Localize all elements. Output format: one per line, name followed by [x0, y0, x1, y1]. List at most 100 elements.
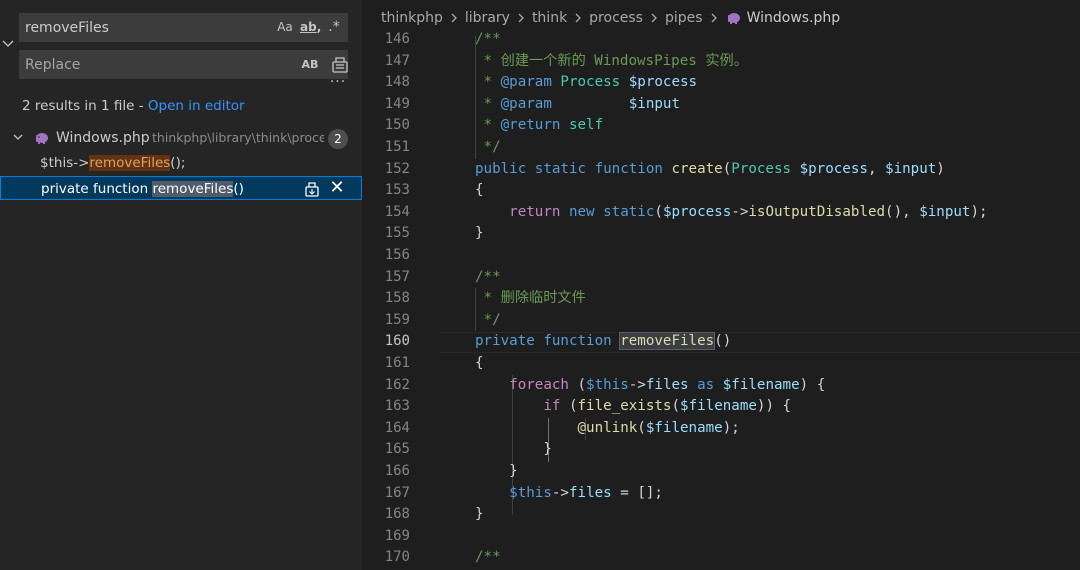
more-options-button[interactable]: ··· [328, 75, 348, 91]
code-line: 163 if (file_exists($filename)) { [362, 396, 1080, 418]
line-number: 155 [384, 225, 410, 242]
line-number: 162 [384, 376, 410, 393]
code-line: 151 */ [362, 137, 1080, 159]
code-token: ); [970, 203, 988, 220]
line-number: 161 [384, 355, 410, 371]
open-in-editor-link[interactable]: Open in editor [148, 98, 245, 114]
code-token: public static function [475, 160, 672, 177]
code-text: public static function create(Process $p… [475, 159, 945, 181]
breadcrumb-item-process[interactable]: process [589, 8, 643, 28]
code-text: { [475, 182, 484, 199]
code-line: 156 [362, 245, 1080, 267]
replace-input[interactable]: Replace AB [19, 50, 348, 79]
code-text: } [475, 441, 552, 458]
code-token: $input [551, 95, 680, 112]
line-number: 163 [384, 398, 410, 415]
dismiss-match-close-icon[interactable]: ✕ [329, 179, 345, 197]
line-number: 167 [384, 484, 410, 501]
breadcrumb-file[interactable]: Windows.php [747, 8, 841, 28]
code-token: if [475, 398, 569, 415]
search-input-value[interactable]: removeFiles [25, 13, 109, 43]
code-token: files [645, 376, 689, 393]
replace-input-placeholder[interactable]: Replace [25, 50, 80, 80]
code-text: @unlink($filename); [475, 418, 740, 440]
line-number: 153 [384, 182, 410, 199]
code-token: $input [885, 160, 937, 177]
code-token: ( [568, 398, 578, 415]
search-input[interactable]: removeFiles Aa ab, .* [19, 13, 348, 42]
breadcrumb-item-pipes[interactable]: pipes [665, 8, 703, 28]
replace-icon[interactable] [304, 180, 320, 198]
result-file-row[interactable]: Windows.php thinkphp\library\think\proce… [0, 127, 362, 149]
code-text: /** [475, 31, 501, 47]
code-token: * [475, 95, 501, 112]
code-line: 162 foreach ($this->files as $filename) … [362, 375, 1080, 397]
line-number: 165 [384, 441, 410, 458]
line-number: 152 [384, 160, 410, 177]
match-case-toggle[interactable]: Aa [276, 18, 294, 37]
preserve-case-toggle[interactable]: AB [300, 55, 320, 74]
code-token: (), [885, 203, 920, 220]
code-token: 创建一个新的 WindowsPipes 实例。 [500, 52, 748, 69]
match-whole-word-toggle[interactable]: ab, [300, 18, 321, 37]
code-text: * 创建一个新的 WindowsPipes 实例。 [475, 51, 748, 73]
code-text: { [475, 355, 484, 371]
code-line: 164 @unlink($filename); [362, 418, 1080, 440]
code-text: } [475, 506, 484, 523]
code-editor[interactable]: thinkphp library think process pipes Win… [362, 0, 1080, 570]
code-line: 158 * 删除临时文件 [362, 288, 1080, 310]
code-token: $process [662, 203, 732, 220]
code-token: , [867, 160, 886, 177]
breadcrumb-item-library[interactable]: library [465, 8, 510, 28]
code-token: -> [731, 203, 749, 220]
code-token: @param [500, 95, 552, 112]
line-number: 169 [384, 527, 410, 544]
code-text: /** [475, 549, 501, 566]
line-number: 148 [384, 74, 410, 91]
code-line: 148 * @param Process $process [362, 72, 1080, 94]
code-token: $input [919, 203, 971, 220]
match-highlight: removeFiles [152, 181, 234, 197]
results-count-text: 2 results in 1 file - [22, 98, 148, 114]
code-token: * [475, 74, 501, 91]
code-text: } [475, 463, 518, 479]
use-regex-toggle[interactable]: .* [324, 18, 344, 37]
code-token: ( [637, 419, 646, 436]
code-text: */ [475, 311, 501, 328]
code-token: )) { [756, 398, 792, 415]
whole-word-label: ab [300, 20, 317, 34]
code-line: 149 * @param $input [362, 94, 1080, 116]
match-text: $this->removeFiles(); [40, 151, 185, 175]
code-line: 168} [362, 504, 1080, 526]
code-token: 删除临时文件 [500, 290, 586, 307]
code-text: /** [475, 268, 501, 285]
code-token: private function [475, 333, 621, 350]
line-number: 146 [384, 31, 410, 47]
code-line-current: 160 private function removeFiles() [362, 331, 1080, 353]
toggle-replace-chevron-icon[interactable] [1, 37, 15, 51]
code-token: ( [671, 398, 681, 415]
line-number: 154 [384, 203, 410, 220]
code-text: return new static($process->isOutputDisa… [475, 202, 988, 224]
code-line: 166 } [362, 461, 1080, 483]
code-text: if (file_exists($filename)) { [475, 396, 791, 418]
code-token: @param [500, 74, 552, 91]
search-match-row-selected[interactable]: private function removeFiles() ✕ [0, 176, 362, 200]
code-token: * [475, 117, 501, 134]
match-suffix: (); [170, 155, 186, 171]
replace-all-icon[interactable] [330, 54, 350, 74]
code-token: new static [568, 203, 655, 220]
code-token: $filename [645, 419, 723, 436]
code-line: 169 [362, 526, 1080, 548]
breadcrumb-item-think[interactable]: think [532, 8, 567, 28]
code-token: file_exists [577, 398, 672, 415]
chevron-down-icon[interactable] [12, 131, 24, 143]
code-token: $this [509, 484, 552, 501]
match-text: private function removeFiles() [41, 177, 244, 201]
code-text: $this->files = []; [475, 483, 663, 505]
code-token: ) { [799, 376, 826, 393]
line-number: 149 [384, 95, 410, 112]
search-match-row[interactable]: $this->removeFiles(); [0, 151, 362, 175]
code-token: ( [654, 203, 663, 220]
breadcrumb-item-thinkphp[interactable]: thinkphp [381, 8, 443, 28]
